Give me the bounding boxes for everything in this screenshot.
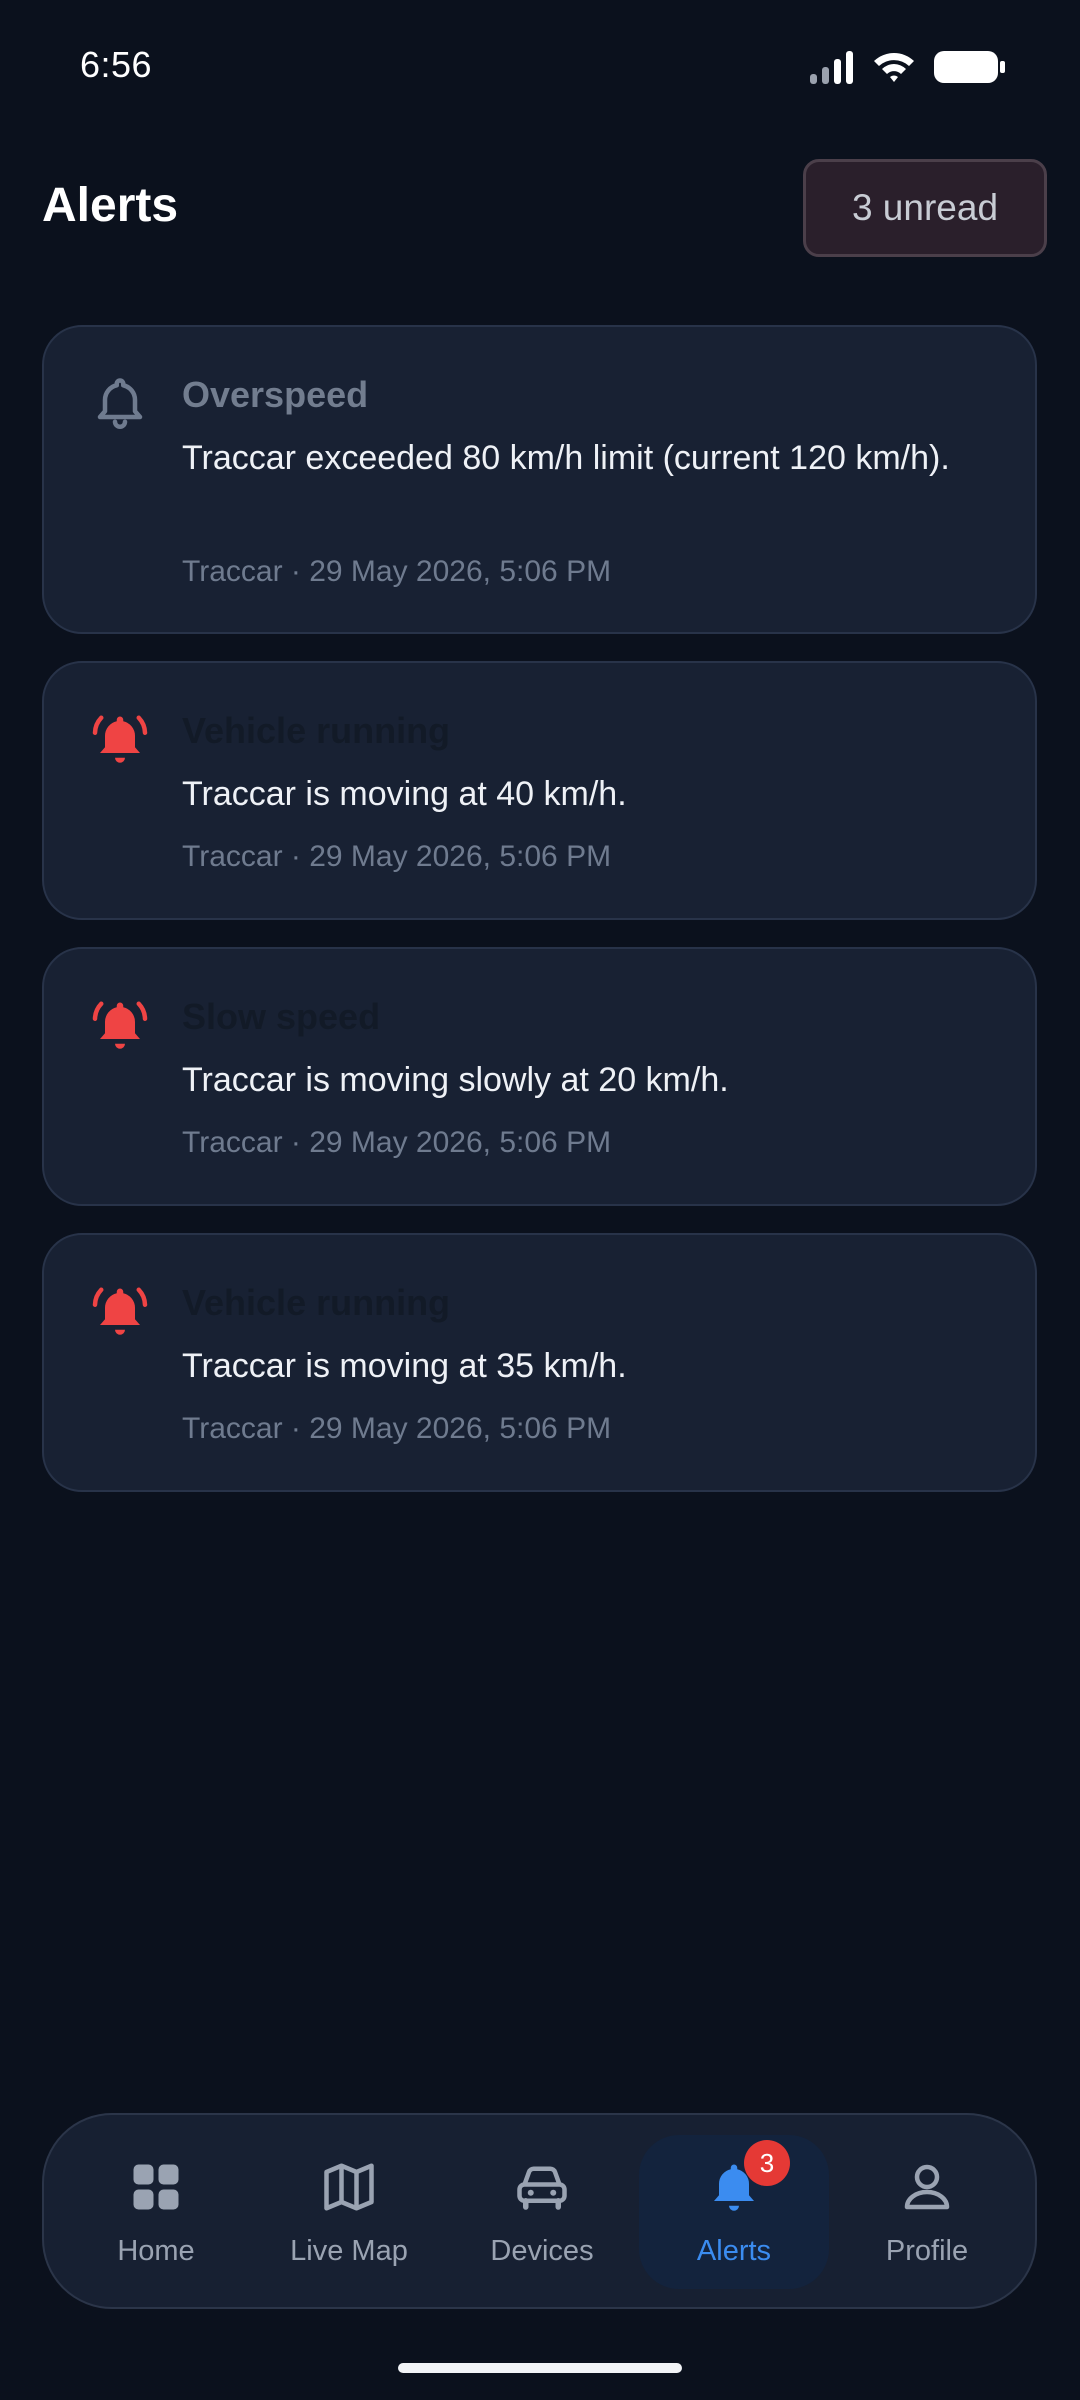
nav-item-alerts[interactable]: 3 Alerts	[639, 2135, 829, 2289]
nav-label: Devices	[490, 2235, 594, 2267]
bottom-nav: Home Live Map Devices 3 Alerts Profile	[42, 2113, 1037, 2309]
alert-title: Vehicle running	[182, 710, 451, 751]
alert-card[interactable]: Overspeed Traccar exceeded 80 km/h limit…	[42, 325, 1037, 634]
nav-label: Alerts	[696, 2235, 772, 2267]
alert-message: Traccar exceeded 80 km/h limit (current …	[182, 439, 950, 477]
car-icon	[517, 2166, 567, 2210]
status-time: 6:56	[80, 44, 153, 85]
alert-meta: Traccar · 29 May 2026, 5:06 PM	[182, 555, 612, 588]
battery-icon	[934, 51, 1005, 83]
nav-label: Home	[117, 2235, 195, 2267]
alert-title: Slow speed	[182, 996, 381, 1037]
alert-card[interactable]: Slow speed Traccar is moving slowly at 2…	[42, 947, 1037, 1206]
alert-title: Overspeed	[182, 374, 369, 415]
page-title: Alerts	[42, 179, 179, 232]
nav-item-home[interactable]: Home	[61, 2135, 251, 2289]
alert-meta: Traccar · 29 May 2026, 5:06 PM	[182, 840, 612, 873]
status-icons	[808, 50, 1006, 84]
nav-label: Profile	[885, 2235, 969, 2267]
alert-message: Traccar is moving at 35 km/h.	[182, 1347, 627, 1385]
alert-message: Traccar is moving at 40 km/h.	[182, 775, 627, 813]
nav-label: Live Map	[290, 2235, 408, 2267]
home-indicator[interactable]	[398, 2363, 682, 2373]
alert-message: Traccar is moving slowly at 20 km/h.	[182, 1061, 729, 1099]
map-icon	[324, 2163, 374, 2211]
signal-icon	[810, 51, 853, 84]
person-icon	[904, 2164, 950, 2210]
bell-ringing-icon	[92, 1287, 148, 1335]
alert-card[interactable]: Vehicle running Traccar is moving at 35 …	[42, 1233, 1037, 1492]
alerts-count-badge: 3	[744, 2140, 790, 2186]
alert-meta: Traccar · 29 May 2026, 5:06 PM	[182, 1412, 612, 1445]
bell-outline-icon	[97, 378, 143, 429]
nav-item-devices[interactable]: Devices	[447, 2135, 637, 2289]
alert-title: Vehicle running	[182, 1282, 451, 1323]
alert-meta: Traccar · 29 May 2026, 5:06 PM	[182, 1126, 612, 1159]
nav-item-profile[interactable]: Profile	[832, 2135, 1022, 2289]
grid-icon	[133, 2164, 179, 2210]
wifi-icon	[874, 53, 914, 82]
unread-count-badge[interactable]: 3 unread	[803, 159, 1047, 257]
bell-ringing-icon	[92, 715, 148, 763]
alert-card[interactable]: Vehicle running Traccar is moving at 40 …	[42, 661, 1037, 920]
status-bar: 6:56	[0, 0, 1080, 130]
bell-ringing-icon	[92, 1001, 148, 1049]
nav-item-live-map[interactable]: Live Map	[254, 2135, 444, 2289]
